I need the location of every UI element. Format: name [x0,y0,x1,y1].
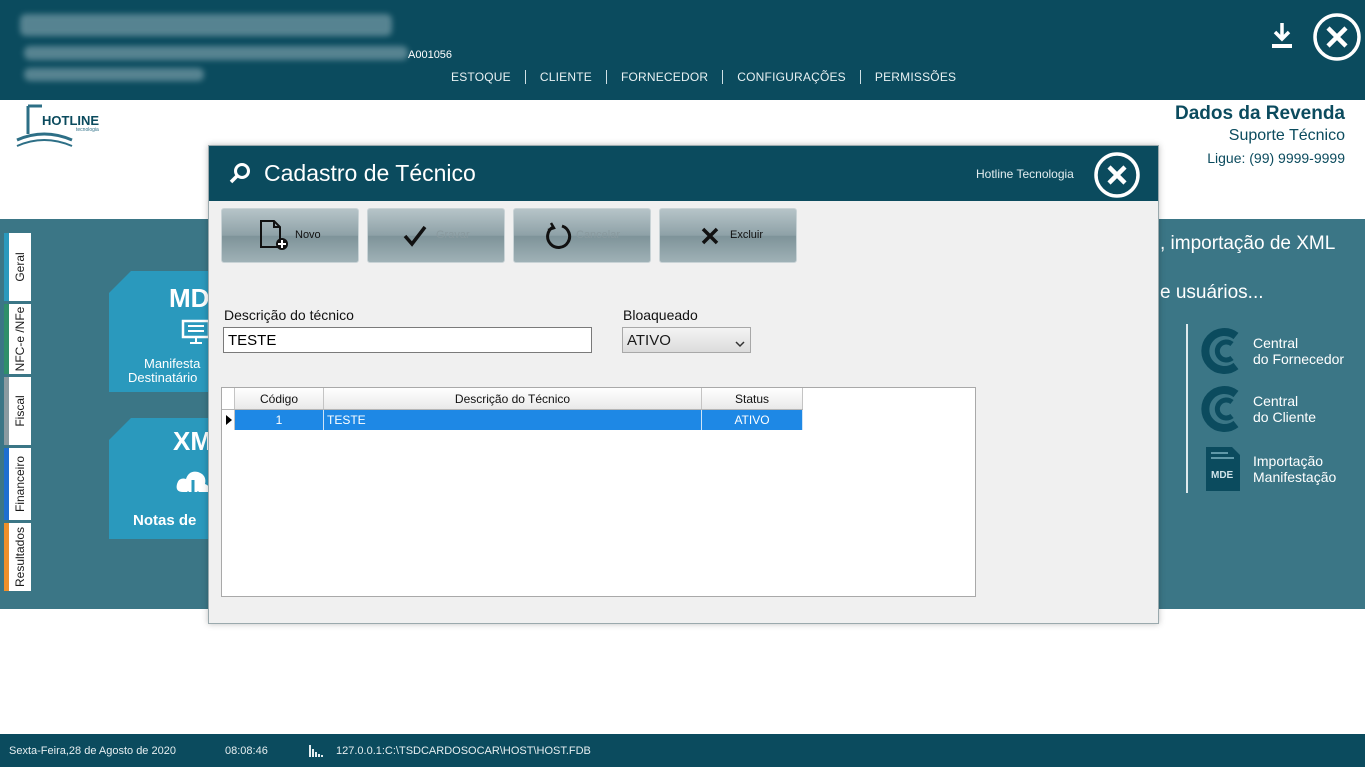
reseller-phone: Ligue: (99) 9999-9999 [1207,150,1345,166]
link-importacao-line2: Manifestação [1253,469,1337,485]
reseller-support: Suporte Técnico [1228,127,1345,144]
sidetab-nfce-nfe[interactable]: NFC-e /NFe [4,304,31,374]
excluir-label: Excluir [730,229,764,241]
close-app-icon[interactable] [1312,12,1362,62]
bloqueado-value: ATIVO [627,332,671,349]
top-bar: A001056 ESTOQUE CLIENTE FORNECEDOR CONFI… [0,0,1365,100]
gravar-label: Gravar [436,229,470,241]
central-logo-icon [1200,385,1244,433]
link-central-cliente[interactable]: Central do Cliente [1200,385,1316,433]
tile-mde-title: MD [169,283,210,313]
cloud-download-icon [175,466,211,509]
column-header-codigo[interactable]: Código [235,388,324,409]
tile-xml-line1: Notas de [133,512,197,529]
table-row[interactable]: 1 TESTE ATIVO [222,410,803,430]
monitor-icon [181,319,211,350]
dialog-company: Hotline Tecnologia [976,167,1074,181]
reseller-title: Dados da Revenda [1175,103,1345,124]
close-dialog-icon[interactable] [1093,151,1141,199]
cell-descricao: TESTE [324,410,702,430]
cancelar-button[interactable]: Cancelar [513,208,651,263]
link-importacao-line1: Importação [1253,453,1324,469]
dashboard-text-2: e usuários... [1160,282,1264,303]
status-date: Sexta-Feira,28 de Agosto de 2020 [9,745,176,757]
blurred-company-info [24,68,204,81]
central-logo-icon [1200,327,1244,375]
novo-label: Novo [295,229,321,241]
cancelar-label: Cancelar [576,229,621,241]
new-document-icon [258,219,292,258]
descricao-label: Descrição do técnico [224,307,354,323]
tile-mde[interactable]: MD Manifesta Destinatário [109,271,219,392]
bloqueado-label: Bloaqueado [623,307,698,323]
blurred-company-info [24,46,408,60]
reseller-info: Dados da Revenda Suporte Técnico Ligue: … [1175,103,1345,166]
status-db-path: 127.0.0.1:C:\TSDCARDOSOCAR\HOST\HOST.FDB [336,745,591,757]
logo-brand: HOTLINE [42,113,100,128]
sidetab-resultados[interactable]: Resultados [4,523,31,591]
tile-mde-line2: Destinatário [128,370,198,385]
dashboard-text-1: , importação de XML [1160,233,1336,254]
tile-xml[interactable]: XM Notas de [109,418,219,539]
column-header-descricao[interactable]: Descrição do Técnico [324,388,702,409]
nav-cliente[interactable]: CLIENTE [524,70,606,84]
nav-fornecedor[interactable]: FORNECEDOR [605,70,722,84]
descricao-input[interactable] [223,327,592,353]
cell-status: ATIVO [702,410,803,430]
sidetab-financeiro[interactable]: Financeiro [4,448,31,520]
delete-x-icon [700,226,720,251]
check-icon [402,223,428,254]
nav-permissoes[interactable]: PERMISSÕES [859,70,970,84]
link-central-cliente-line2: do Cliente [1253,409,1317,425]
refresh-icon [544,222,572,255]
search-icon [228,162,252,191]
tile-mde-line1: Manifesta [144,356,201,371]
logo-tagline: tecnologia [76,127,99,133]
row-indicator-header [222,388,235,409]
database-icon [308,744,324,761]
nav-estoque[interactable]: ESTOQUE [437,70,525,84]
dialog-title: Cadastro de Técnico [264,160,476,186]
link-central-fornecedor-line2: do Fornecedor [1253,351,1345,367]
tecnicos-grid: Código Descrição do Técnico Status 1 TES… [221,387,976,597]
divider [1186,324,1188,493]
link-central-cliente-line1: Central [1253,393,1299,409]
dialog-header: Cadastro de Técnico Hotline Tecnologia [209,146,1158,201]
excluir-button[interactable]: Excluir [659,208,797,263]
grid-header: Código Descrição do Técnico Status [222,388,803,410]
mde-badge: MDE [1211,470,1234,481]
status-bar: Sexta-Feira,28 de Agosto de 2020 08:08:4… [0,734,1365,767]
link-central-fornecedor[interactable]: Central do Fornecedor [1200,327,1344,375]
mde-document-icon: MDE [1200,445,1244,493]
sidetab-fiscal[interactable]: Fiscal [4,377,31,445]
hotline-logo: HOTLINE tecnologia [14,102,114,150]
link-importacao-manifestacao[interactable]: MDE Importação Manifestação [1200,445,1336,493]
cadastro-tecnico-dialog: Cadastro de Técnico Hotline Tecnologia N… [208,145,1159,624]
gravar-button[interactable]: Gravar [367,208,505,263]
link-central-fornecedor-line1: Central [1253,335,1299,351]
download-icon[interactable] [1266,20,1298,52]
column-header-status[interactable]: Status [702,388,803,409]
status-time: 08:08:46 [225,745,268,757]
chevron-down-icon [735,335,745,352]
bloqueado-select[interactable]: ATIVO [622,327,751,353]
company-code: A001056 [408,49,453,61]
tile-xml-title: XM [173,426,212,456]
blurred-company-name [20,14,392,36]
cell-codigo: 1 [235,410,324,430]
top-nav: ESTOQUE CLIENTE FORNECEDOR CONFIGURAÇÕES… [437,70,970,84]
current-row-indicator-icon [222,410,235,430]
novo-button[interactable]: Novo [221,208,359,263]
nav-configuracoes[interactable]: CONFIGURAÇÕES [722,70,860,84]
sidetab-geral[interactable]: Geral [4,233,31,301]
